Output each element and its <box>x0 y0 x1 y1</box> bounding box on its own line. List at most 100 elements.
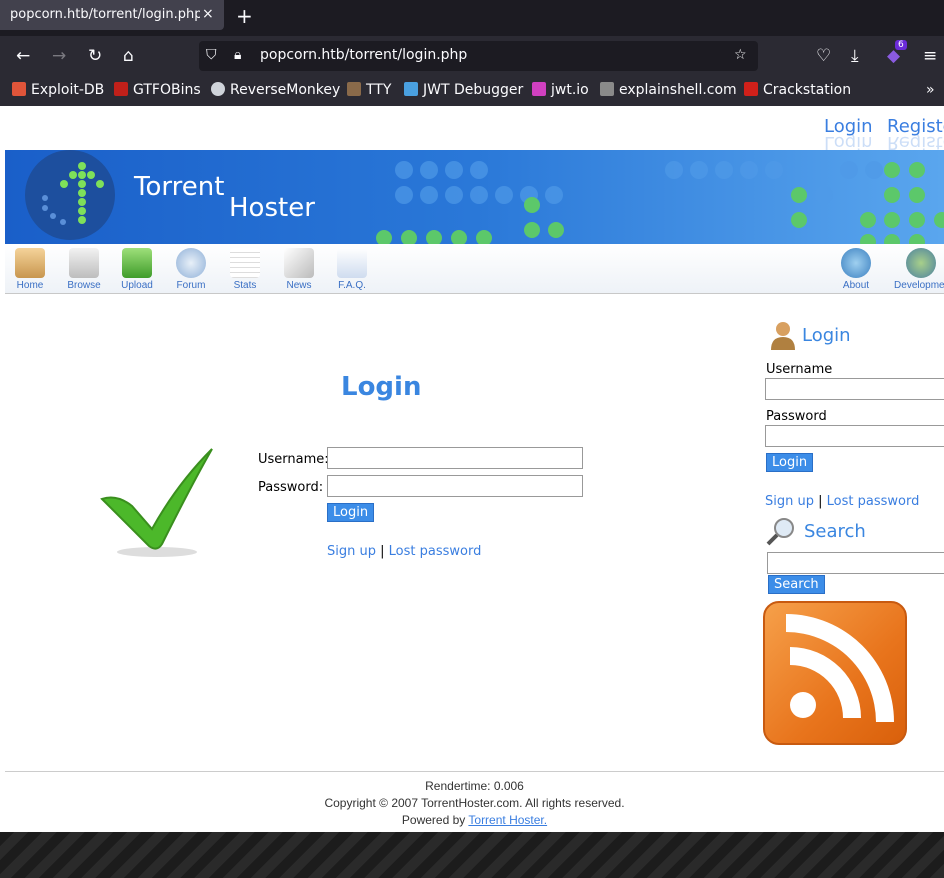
bookmark-jwt-debugger[interactable]: JWT Debugger <box>404 82 523 98</box>
link-separator: | <box>380 544 385 559</box>
menu-icon[interactable]: ≡ <box>923 46 937 66</box>
nav-stats-label: Stats <box>233 280 257 291</box>
logo-arrow-icon <box>25 150 115 240</box>
icon-navigation-bar: Home Browse Upload Forum Stats News F.A.… <box>5 244 944 294</box>
news-icon <box>284 248 314 278</box>
password-input[interactable] <box>327 475 583 497</box>
sidebar-search-button[interactable]: Search <box>768 575 825 594</box>
logo-arrow-graphic <box>42 162 104 225</box>
browse-icon <box>69 248 99 278</box>
pocket-icon[interactable]: ♡ <box>816 46 831 66</box>
address-bar[interactable]: ⛉ 🔒︎ popcorn.htb/torrent/login.php ☆ <box>199 41 758 71</box>
login-button[interactable]: Login <box>327 503 375 522</box>
nav-development[interactable]: Developmer <box>891 248 944 291</box>
lock-icon[interactable]: 🔒︎ <box>234 47 241 63</box>
forum-icon <box>176 248 206 278</box>
reload-icon[interactable]: ↻ <box>88 46 102 66</box>
url-text[interactable]: popcorn.htb/torrent/login.php <box>260 47 467 63</box>
development-icon <box>906 248 936 278</box>
footer-powered-prefix: Powered by <box>401 813 466 827</box>
sidebar-search-input[interactable] <box>767 552 944 574</box>
banner-dots-decoration <box>376 161 944 244</box>
bookmark-gtfobins[interactable]: GTFOBins <box>114 82 201 98</box>
bookmark-explainshell[interactable]: explainshell.com <box>600 82 737 98</box>
jwt-debugger-icon <box>404 82 418 96</box>
tab-title: popcorn.htb/torrent/login.php <box>10 7 200 22</box>
bookmark-reversemonkey[interactable]: ReverseMonkey <box>211 82 340 98</box>
top-register-link[interactable]: Registe Registe <box>887 116 944 153</box>
rss-feed-icon[interactable] <box>763 601 907 745</box>
nav-browse-label: Browse <box>67 280 101 291</box>
sidebar-search-title: Search <box>804 521 866 542</box>
top-links: Login Login Registe Registe <box>5 108 944 153</box>
nav-development-label: Developmer <box>894 280 944 291</box>
active-tab[interactable]: popcorn.htb/torrent/login.php × <box>0 0 224 30</box>
bookmark-crackstation[interactable]: Crackstation <box>744 82 851 98</box>
nav-about-label: About <box>842 280 870 291</box>
logo-text-hoster: Hoster <box>229 193 315 223</box>
bookmarks-toolbar: Exploit-DB GTFOBins ReverseMonkey TTY JW… <box>0 76 944 106</box>
sidebar-signup-link[interactable]: Sign up <box>765 494 814 509</box>
bookmark-label: TTY <box>366 82 392 98</box>
web-page: Login Login Registe Registe Torrent Host… <box>5 108 944 832</box>
top-login-link[interactable]: Login Login <box>824 116 873 153</box>
nav-upload[interactable]: Upload <box>114 248 160 291</box>
extension-badge: 6 <box>895 40 907 50</box>
forward-arrow-icon[interactable]: → <box>52 46 66 66</box>
bookmark-label: explainshell.com <box>619 82 737 98</box>
downloads-icon[interactable]: ⤓ <box>851 46 859 66</box>
nav-faq-label: F.A.Q. <box>338 280 366 291</box>
sidebar-login-button[interactable]: Login <box>766 453 814 472</box>
nav-forum-label: Forum <box>176 280 206 291</box>
username-input[interactable] <box>327 447 583 469</box>
new-tab-button[interactable]: + <box>236 4 253 28</box>
rss-glyph <box>786 614 894 722</box>
footer-torrent-hoster-link[interactable]: Torrent Hoster. <box>468 813 547 827</box>
back-arrow-icon[interactable]: ← <box>16 46 30 66</box>
nav-home[interactable]: Home <box>7 248 53 291</box>
footer-powered-by: Powered by Torrent Hoster. <box>5 813 944 827</box>
faq-icon <box>337 248 367 278</box>
main-account-links: Sign up | Lost password <box>327 544 481 559</box>
search-icon <box>766 518 794 546</box>
bookmark-exploit-db[interactable]: Exploit-DB <box>12 82 104 98</box>
nav-forum[interactable]: Forum <box>168 248 214 291</box>
nav-stats[interactable]: Stats <box>222 248 268 291</box>
sidebar-login-title: Login <box>802 325 851 346</box>
exploit-db-icon <box>12 82 26 96</box>
nav-about[interactable]: About <box>833 248 879 291</box>
explainshell-icon <box>600 82 614 96</box>
page-title: Login <box>341 372 422 402</box>
home-icon[interactable]: ⌂ <box>123 46 134 66</box>
signup-link[interactable]: Sign up <box>327 544 376 559</box>
sidebar-link-separator: | <box>818 494 823 509</box>
bookmark-star-icon[interactable]: ☆ <box>734 47 747 63</box>
close-tab-icon[interactable]: × <box>202 6 214 22</box>
about-icon <box>841 248 871 278</box>
logo-text-torrent: Torrent <box>134 172 225 202</box>
bookmark-label: GTFOBins <box>133 82 201 98</box>
tty-icon <box>347 82 361 96</box>
shield-icon[interactable]: ⛉ <box>206 47 217 63</box>
upload-icon <box>122 248 152 278</box>
bookmark-label: jwt.io <box>551 82 589 98</box>
tab-bar: popcorn.htb/torrent/login.php × + <box>0 0 944 36</box>
footer-rendertime: Rendertime: 0.006 <box>425 779 524 793</box>
password-label: Password: <box>258 480 324 495</box>
nav-home-label: Home <box>16 280 44 291</box>
sidebar-password-input[interactable] <box>765 425 944 447</box>
footer-divider <box>5 771 944 772</box>
sidebar-lost-password-link[interactable]: Lost password <box>827 494 920 509</box>
nav-news[interactable]: News <box>276 248 322 291</box>
lost-password-link[interactable]: Lost password <box>389 544 482 559</box>
bookmark-jwt-io[interactable]: jwt.io <box>532 82 589 98</box>
username-label: Username: <box>258 452 329 467</box>
footer-copyright: Copyright © 2007 TorrentHoster.com. All … <box>324 796 625 810</box>
bookmark-label: Crackstation <box>763 82 852 98</box>
more-bookmarks-chevron-icon[interactable]: » <box>926 82 935 98</box>
bookmark-tty[interactable]: TTY <box>347 82 391 98</box>
nav-faq[interactable]: F.A.Q. <box>329 248 375 291</box>
nav-browse[interactable]: Browse <box>61 248 107 291</box>
jwt-io-icon <box>532 82 546 96</box>
sidebar-username-input[interactable] <box>765 378 944 400</box>
